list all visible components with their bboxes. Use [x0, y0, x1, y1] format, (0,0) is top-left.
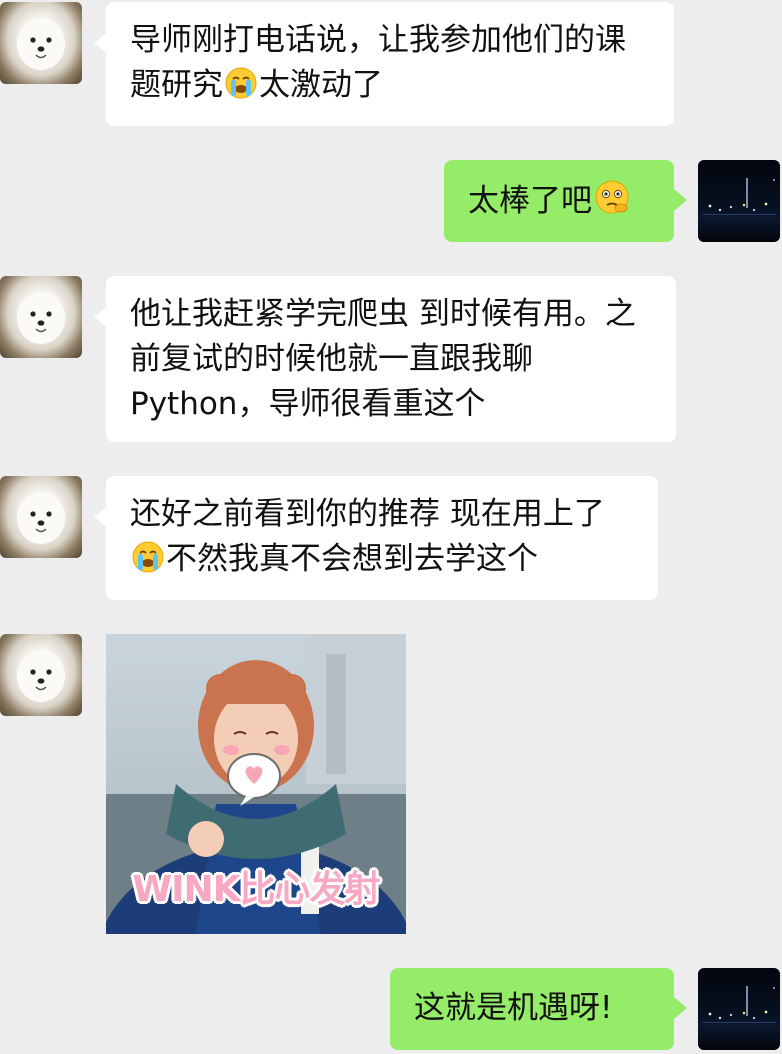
contact-avatar[interactable] — [0, 634, 82, 716]
message-bubble[interactable]: 导师刚打电话说，让我参加他们的课题研究 太激动了 — [106, 2, 674, 126]
night-city-icon — [702, 178, 776, 215]
self-avatar[interactable] — [698, 160, 780, 242]
dog-avatar-icon — [17, 492, 65, 544]
message-text: 不然我真不会想到去学这个 — [166, 541, 538, 577]
dog-avatar-icon — [17, 18, 65, 70]
message-text: 太棒了吧 — [468, 183, 592, 219]
dog-avatar-icon — [17, 292, 65, 344]
message-text: 太激动了 — [259, 67, 383, 103]
contact-avatar[interactable] — [0, 476, 82, 558]
contact-avatar[interactable] — [0, 2, 82, 84]
contact-avatar[interactable] — [0, 276, 82, 358]
night-city-icon — [702, 986, 776, 1023]
message-text: 这就是机遇呀! — [414, 990, 613, 1026]
bubble-tail — [674, 189, 687, 211]
sticker-image[interactable]: WINK比心发射 — [106, 634, 406, 934]
message-text: 他让我赶紧学完爬虫 到时候有用。之前复试的时候他就一直跟我聊Python，导师很… — [130, 296, 636, 422]
message-bubble[interactable]: 这就是机遇呀! — [390, 968, 674, 1050]
bubble-tail — [674, 997, 687, 1019]
message-bubble[interactable]: 还好之前看到你的推荐 现在用上了不然我真不会想到去学这个 — [106, 476, 658, 600]
thinking-face-icon — [593, 178, 631, 229]
message-bubble[interactable]: 他让我赶紧学完爬虫 到时候有用。之前复试的时候他就一直跟我聊Python，导师很… — [106, 276, 676, 442]
self-avatar[interactable] — [698, 968, 780, 1050]
crying-face-icon — [131, 540, 165, 587]
crying-face-icon — [224, 66, 258, 113]
dog-avatar-icon — [17, 650, 65, 702]
message-text: 还好之前看到你的推荐 现在用上了 — [130, 496, 605, 532]
message-bubble[interactable]: 太棒了吧 — [444, 160, 674, 242]
sticker-caption: WINK比心发射 — [132, 869, 380, 910]
